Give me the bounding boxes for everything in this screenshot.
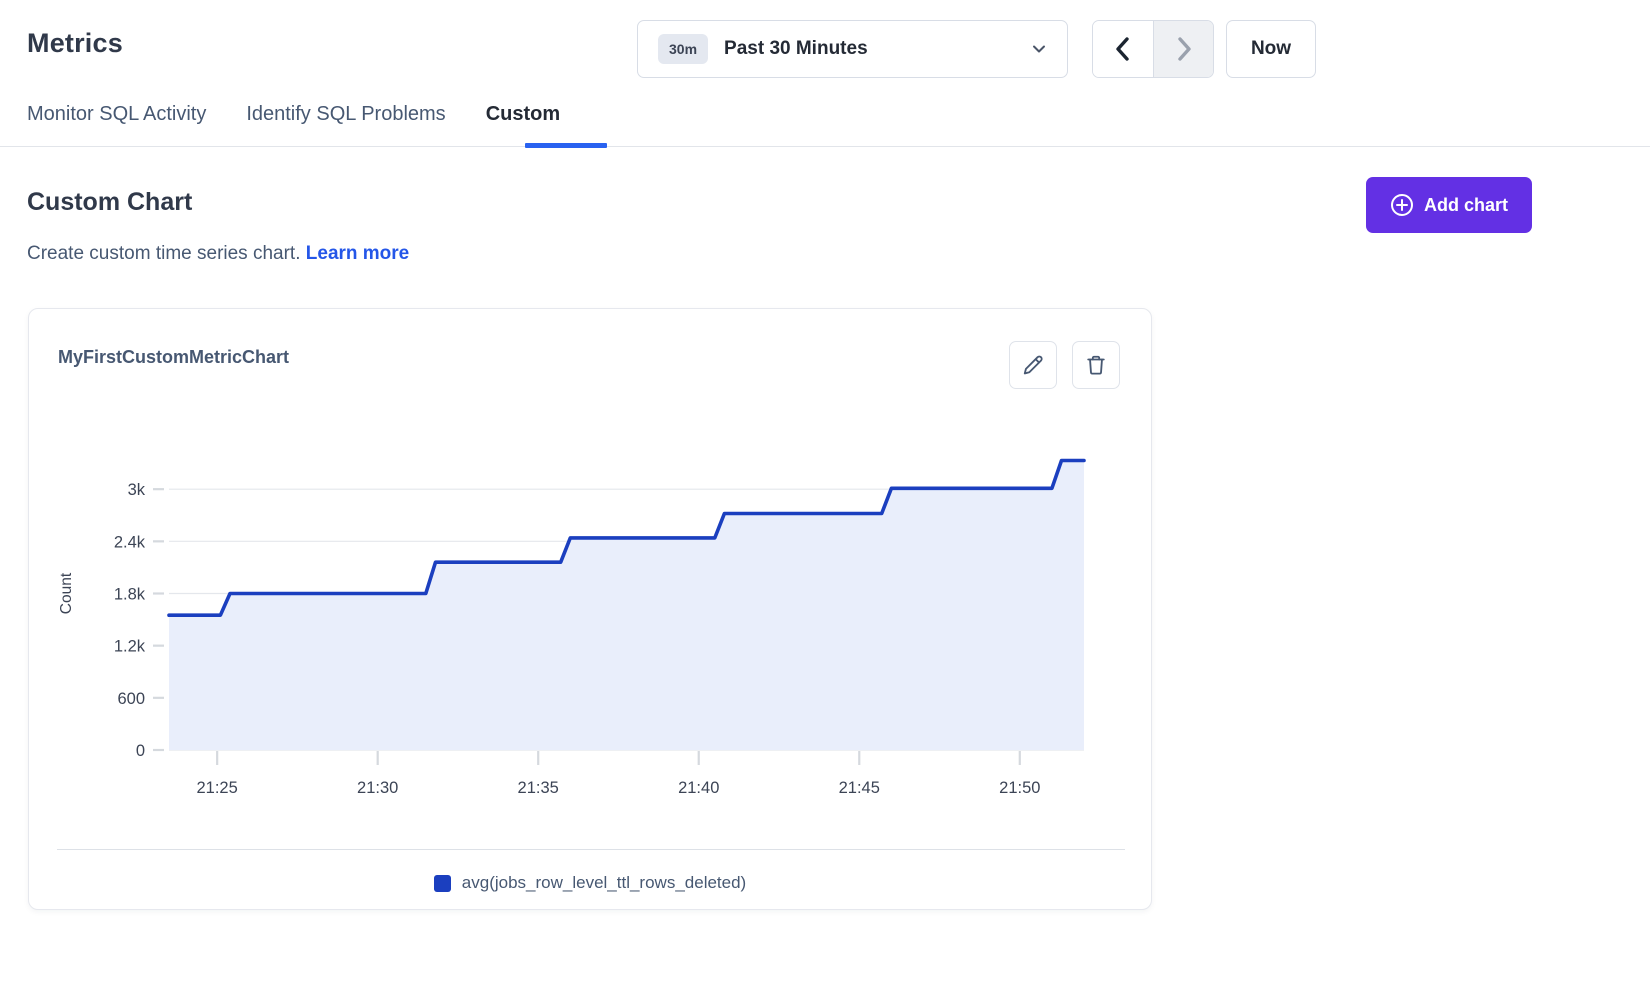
- svg-text:0: 0: [136, 742, 145, 760]
- time-step-controls: [1092, 20, 1214, 78]
- svg-text:21:40: 21:40: [678, 779, 719, 797]
- chart-legend: avg(jobs_row_level_ttl_rows_deleted): [29, 873, 1151, 893]
- legend-label: avg(jobs_row_level_ttl_rows_deleted): [462, 873, 746, 893]
- edit-chart-button[interactable]: [1009, 341, 1057, 389]
- svg-text:21:25: 21:25: [197, 779, 238, 797]
- svg-text:21:45: 21:45: [839, 779, 880, 797]
- svg-text:3k: 3k: [128, 481, 146, 499]
- legend-divider: [57, 849, 1125, 850]
- svg-text:600: 600: [117, 690, 145, 708]
- svg-text:21:30: 21:30: [357, 779, 398, 797]
- svg-text:21:50: 21:50: [999, 779, 1040, 797]
- series-area: [169, 461, 1084, 751]
- section-title: Custom Chart: [27, 188, 192, 217]
- page-title: Metrics: [27, 28, 123, 59]
- chevron-down-icon: [1031, 41, 1047, 57]
- timeseries-chart[interactable]: 06001.2k1.8k2.4k3k21:2521:3021:3521:4021…: [57, 421, 1125, 821]
- metrics-page: Metrics 30m Past 30 Minutes Now Monitor …: [0, 0, 1650, 982]
- delete-chart-button[interactable]: [1072, 341, 1120, 389]
- section-subtitle: Create custom time series chart. Learn m…: [27, 243, 409, 265]
- y-axis-title: Count: [58, 572, 75, 614]
- time-range-badge: 30m: [658, 34, 708, 64]
- learn-more-link[interactable]: Learn more: [306, 243, 409, 264]
- time-back-button[interactable]: [1093, 21, 1153, 77]
- chart-actions: [1009, 341, 1120, 389]
- active-tab-underline: [525, 143, 607, 148]
- add-chart-label: Add chart: [1424, 195, 1508, 216]
- subtitle-text: Create custom time series chart.: [27, 243, 300, 264]
- svg-text:21:35: 21:35: [518, 779, 559, 797]
- tab-monitor-sql-activity[interactable]: Monitor SQL Activity: [27, 103, 206, 148]
- chart-title: MyFirstCustomMetricChart: [58, 347, 289, 368]
- pencil-icon: [1022, 354, 1044, 376]
- chevron-left-icon: [1113, 36, 1133, 62]
- x-axis: 21:25 21:30 21:35 21:40 21:45 21:50: [197, 751, 1041, 797]
- trash-icon: [1085, 354, 1107, 376]
- plus-circle-icon: [1390, 193, 1414, 217]
- time-forward-button-disabled[interactable]: [1153, 21, 1213, 77]
- legend-swatch: [434, 875, 451, 892]
- svg-text:1.2k: 1.2k: [114, 638, 146, 656]
- custom-chart-card: MyFirstCustomMetricChart 0 600 1.2k 1.8k 2.4…: [28, 308, 1152, 910]
- tab-custom[interactable]: Custom: [486, 103, 560, 148]
- tab-bar: Monitor SQL Activity Identify SQL Proble…: [27, 103, 560, 148]
- svg-text:2.4k: 2.4k: [114, 533, 146, 551]
- svg-text:1.8k: 1.8k: [114, 586, 146, 604]
- chevron-right-icon: [1174, 36, 1194, 62]
- time-range-dropdown[interactable]: 30m Past 30 Minutes: [637, 20, 1068, 78]
- add-chart-button[interactable]: Add chart: [1366, 177, 1532, 233]
- tabs-divider: [0, 146, 1650, 147]
- time-range-label: Past 30 Minutes: [724, 38, 1031, 60]
- now-button[interactable]: Now: [1226, 20, 1316, 78]
- y-axis: 0 600 1.2k 1.8k 2.4k 3k: [114, 481, 164, 760]
- tab-identify-sql-problems[interactable]: Identify SQL Problems: [246, 103, 445, 148]
